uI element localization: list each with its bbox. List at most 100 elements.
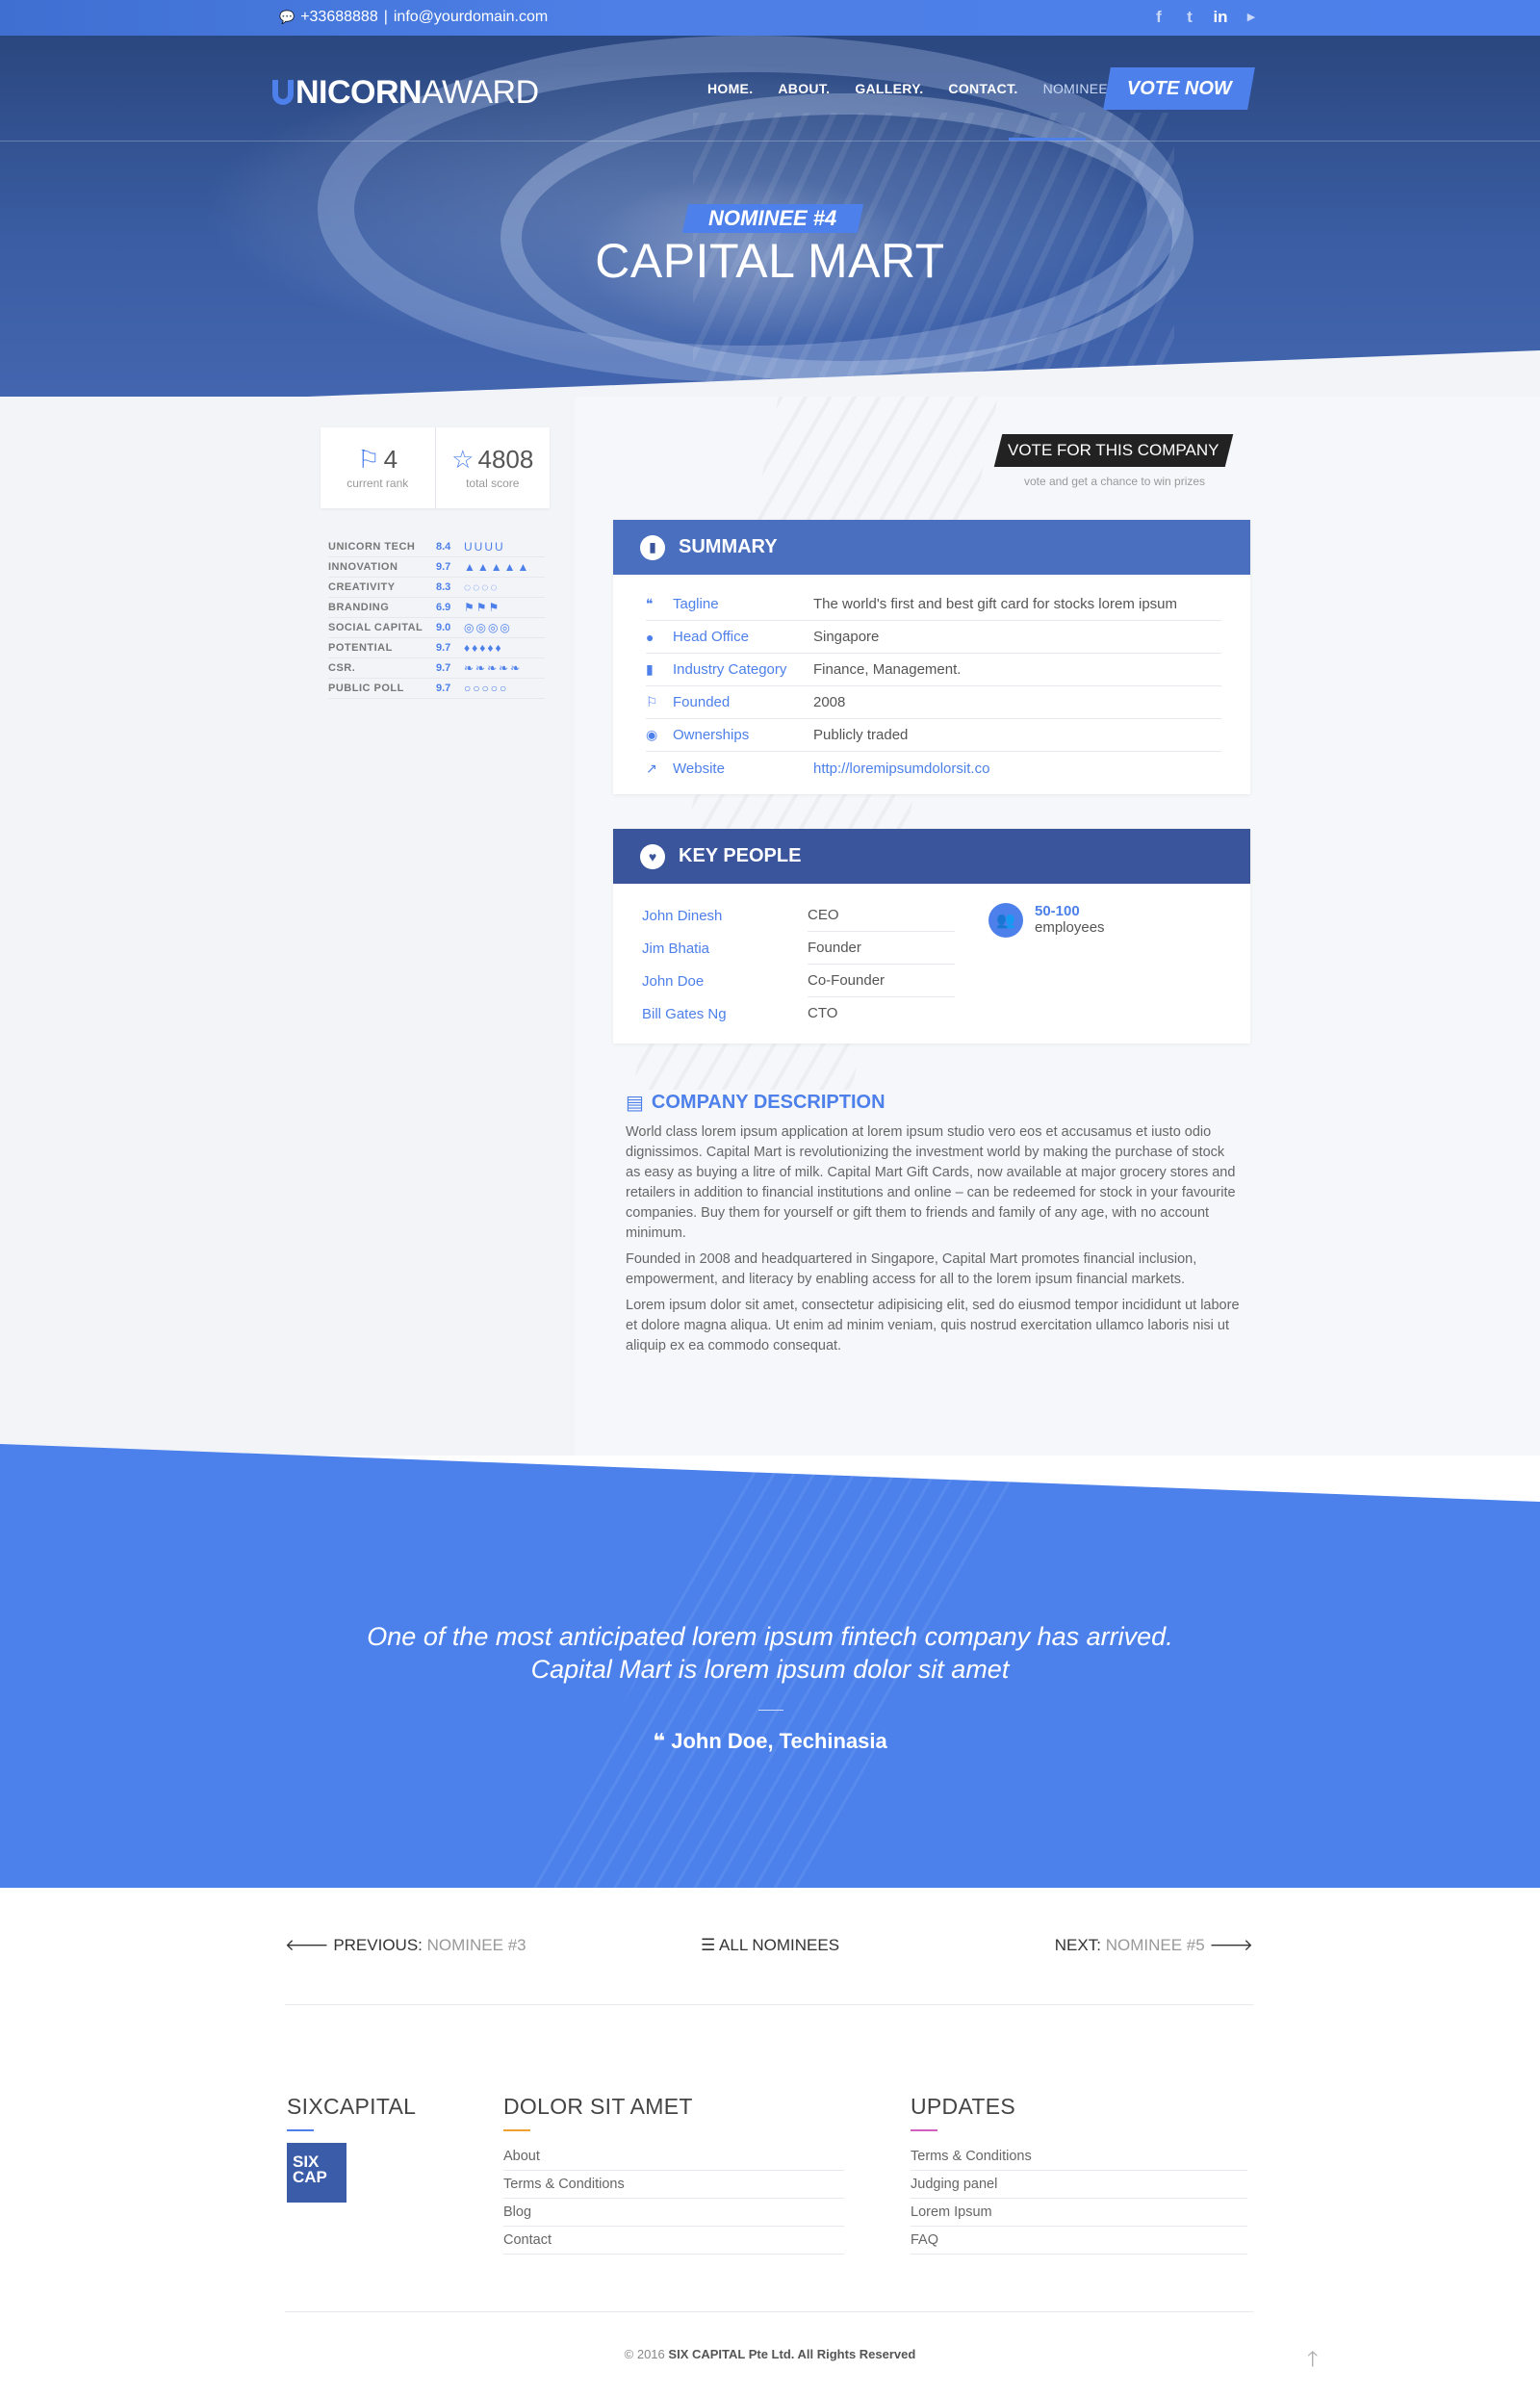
email-address[interactable]: info@yourdomain.com bbox=[394, 9, 548, 26]
score-row: UNICORN TECH 8.4 UUUU bbox=[328, 537, 545, 557]
person-name-link[interactable]: John Dinesh bbox=[642, 908, 808, 924]
site-logo[interactable]: NICORN AWARD bbox=[272, 74, 539, 112]
top-bar: 💬 +33688888 | info@yourdomain.com f t in… bbox=[0, 0, 1540, 36]
summary-row-head-office: ● Head Office Singapore bbox=[646, 621, 1221, 654]
stats-card: ⚐ 4 current rank ☆ 4808 total score bbox=[321, 427, 550, 508]
team-icon: 👥 bbox=[988, 903, 1023, 938]
bookmark-icon: ⚐ bbox=[357, 445, 380, 474]
summary-header: ▮ SUMMARY bbox=[613, 520, 1250, 575]
all-nominees-link[interactable]: ☰ ALL NOMINEES bbox=[701, 1936, 839, 1955]
footer-link-blog[interactable]: Blog bbox=[503, 2199, 844, 2227]
summary-row-website: ↗ Website http://loremipsumdolorsit.co bbox=[646, 752, 1221, 785]
footer-col-updates: UPDATES Terms & Conditions Judging panel… bbox=[911, 2094, 1247, 2255]
footer-link-contact[interactable]: Contact bbox=[503, 2227, 844, 2255]
score-row: CSR. 9.7 ❧❧❧❧❧ bbox=[328, 658, 545, 679]
score-row: SOCIAL CAPITAL 9.0 ◎◎◎◎ bbox=[328, 618, 545, 638]
sixcap-logo[interactable]: SIX CAP bbox=[287, 2143, 346, 2203]
nominee-badge: NOMINEE #4 bbox=[681, 204, 864, 233]
footer-link-judging-panel[interactable]: Judging panel bbox=[911, 2171, 1247, 2199]
person-name-link[interactable]: Jim Bhatia bbox=[642, 941, 808, 957]
list-item: John Dinesh CEO bbox=[642, 899, 955, 932]
score-row: POTENTIAL 9.7 ♦♦♦♦♦ bbox=[328, 638, 545, 658]
key-people-panel: ♥ KEY PEOPLE John Dinesh CEO Jim Bhatia Fo… bbox=[613, 829, 1250, 1044]
person-name-link[interactable]: John Doe bbox=[642, 973, 808, 990]
footer-col-links: DOLOR SIT AMET About Terms & Conditions … bbox=[503, 2094, 844, 2255]
footer-link-faq[interactable]: FAQ bbox=[911, 2227, 1247, 2255]
flask-rating-icons: ▲▲▲▲▲ bbox=[464, 560, 531, 574]
flag-rating-icons: ⚑⚑⚑ bbox=[464, 601, 501, 614]
score-row: INNOVATION 9.7 ▲▲▲▲▲ bbox=[328, 557, 545, 578]
map-pin-icon: ● bbox=[646, 629, 654, 645]
hand-rating-icons: ○○○○○ bbox=[464, 682, 509, 695]
arrow-right-icon: 🡒 bbox=[1204, 1936, 1253, 1954]
next-nominee-link[interactable]: NEXT: NOMINEE #5 🡒 bbox=[1055, 1936, 1253, 1955]
list-item: Bill Gates Ng CTO bbox=[642, 1005, 838, 1022]
company-description: ▤ COMPANY DESCRIPTION World class lorem i… bbox=[626, 1091, 1242, 1362]
list-icon: ☰ bbox=[701, 1936, 720, 1954]
score-breakdown: UNICORN TECH 8.4 UUUU INNOVATION 9.7 ▲▲▲▲▲ C… bbox=[328, 537, 545, 699]
youtube-icon[interactable]: ▶ bbox=[1243, 6, 1260, 29]
quote-icon: ❝ bbox=[646, 596, 654, 611]
website-link[interactable]: http://loremipsumdolorsit.co bbox=[813, 760, 1221, 777]
leaf-rating-icons: ❧❧❧❧❧ bbox=[464, 661, 523, 675]
globe-icon: ◉ bbox=[646, 727, 658, 742]
nominee-pagination: 🡐 PREVIOUS: NOMINEE #3 ☰ ALL NOMINEES NE… bbox=[285, 1936, 1253, 1961]
people-list: John Dinesh CEO Jim Bhatia Founder John Do… bbox=[642, 899, 955, 1030]
page-title: CAPITAL MART bbox=[595, 234, 945, 288]
phone-number[interactable]: +33688888 bbox=[300, 9, 378, 26]
external-link-icon: ↗ bbox=[646, 760, 657, 776]
document-icon: ▮ bbox=[640, 534, 665, 560]
facebook-icon[interactable]: f bbox=[1150, 6, 1168, 29]
network-rating-icons: ◎◎◎◎ bbox=[464, 621, 512, 634]
vote-now-button[interactable]: VOTE NOW bbox=[1103, 67, 1255, 110]
description-paragraph: Lorem ipsum dolor sit amet, consectetur … bbox=[626, 1298, 1240, 1353]
scroll-to-top-icon[interactable]: 🡑 bbox=[1307, 2343, 1318, 2380]
nav-gallery[interactable]: GALLERY. bbox=[855, 81, 923, 96]
hero-banner: NICORN AWARD HOME. ABOUT. GALLERY. CONTA… bbox=[0, 36, 1540, 406]
previous-nominee-link[interactable]: 🡐 PREVIOUS: NOMINEE #3 bbox=[285, 1936, 526, 1955]
nav-active-indicator bbox=[1009, 138, 1086, 141]
rank-stat: ⚐ 4 current rank bbox=[321, 427, 435, 508]
score-row: PUBLIC POLL 9.7 ○○○○○ bbox=[328, 679, 545, 699]
rocket-rating-icons: ♦♦♦♦♦ bbox=[464, 641, 503, 655]
contact-info: 💬 +33688888 | info@yourdomain.com bbox=[279, 9, 548, 26]
heart-pulse-icon: ♥ bbox=[640, 843, 665, 869]
twitter-icon[interactable]: t bbox=[1181, 6, 1198, 29]
footer-link-lorem-ipsum[interactable]: Lorem Ipsum bbox=[911, 2199, 1247, 2227]
footer-link-about[interactable]: About bbox=[503, 2143, 844, 2171]
rank-label: current rank bbox=[346, 477, 409, 490]
list-item: Jim Bhatia Founder bbox=[642, 932, 955, 965]
footer-link-terms[interactable]: Terms & Conditions bbox=[911, 2143, 1247, 2171]
file-text-icon: ▤ bbox=[626, 1093, 644, 1114]
description-paragraph: World class lorem ipsum application at l… bbox=[626, 1124, 1236, 1241]
linkedin-icon[interactable]: in bbox=[1212, 6, 1229, 29]
summary-row-ownerships: ◉ Ownerships Publicly traded bbox=[646, 719, 1221, 752]
nav-contact[interactable]: CONTACT. bbox=[948, 81, 1017, 96]
contact-separator: | bbox=[383, 9, 388, 25]
score-stat: ☆ 4808 total score bbox=[434, 427, 551, 508]
score-value: 4808 bbox=[477, 445, 534, 474]
summary-row-founded: ⚐ Founded 2008 bbox=[646, 686, 1221, 719]
nav-about[interactable]: ABOUT. bbox=[778, 81, 830, 96]
person-name-link[interactable]: Bill Gates Ng bbox=[642, 1006, 808, 1022]
testimonial-author: ❝ John Doe, Techinasia bbox=[653, 1729, 887, 1753]
employee-count: 👥 50-100 employees bbox=[988, 903, 1105, 1030]
chat-icon: 💬 bbox=[279, 10, 295, 24]
unicorn-rating-icons: UUUU bbox=[464, 540, 505, 554]
description-paragraph: Founded in 2008 and headquartered in Sin… bbox=[626, 1251, 1197, 1287]
vote-for-company-button[interactable]: VOTE FOR THIS COMPANY bbox=[993, 434, 1234, 467]
testimonial-quote: One of the most anticipated lorem ipsum … bbox=[367, 1622, 1173, 1684]
social-links: f t in ▶ bbox=[1150, 6, 1260, 29]
lightbulb-rating-icons: ◌◌◌◌ bbox=[464, 580, 500, 594]
list-item: John Doe Co-Founder bbox=[642, 965, 955, 997]
bar-chart-icon: ▮ bbox=[646, 661, 654, 677]
left-sidebar: ⚐ 4 current rank ☆ 4808 total score UNICOR… bbox=[0, 397, 575, 1456]
summary-row-tagline: ❝ Tagline The world's first and best gift … bbox=[646, 588, 1221, 621]
key-people-header: ♥ KEY PEOPLE bbox=[613, 829, 1250, 884]
star-icon: ☆ bbox=[451, 445, 475, 474]
rank-value: 4 bbox=[383, 445, 398, 474]
footer-link-terms[interactable]: Terms & Conditions bbox=[503, 2171, 844, 2199]
nav-home[interactable]: HOME. bbox=[707, 81, 753, 96]
score-label: total score bbox=[466, 477, 520, 490]
unicorn-logo-icon bbox=[272, 79, 294, 105]
